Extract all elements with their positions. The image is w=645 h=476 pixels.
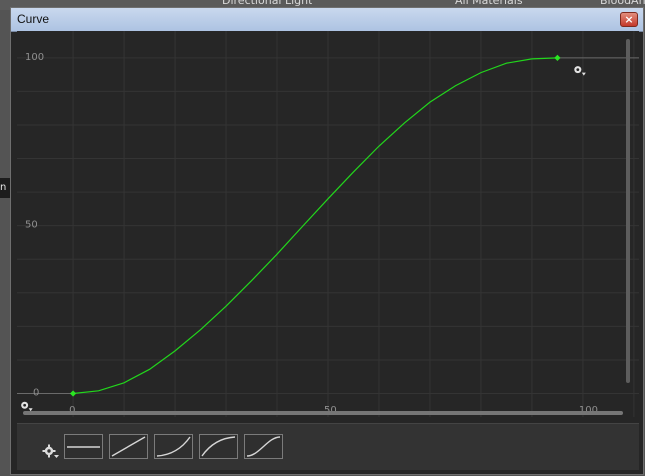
gear-icon[interactable] [42, 444, 60, 460]
curve-key-point [69, 390, 77, 397]
close-icon: × [624, 13, 634, 26]
post-wrap-gear-icon-hole [576, 68, 580, 71]
y-tick-label: 50 [25, 220, 38, 231]
preset-constant[interactable] [64, 434, 103, 459]
preset-ease-in[interactable] [154, 434, 193, 459]
pre-wrap-gear-icon-hole [23, 403, 27, 407]
preset-constant-curve [67, 446, 100, 448]
y-tick-label: 0 [33, 388, 39, 399]
preset-ease-out-curve [201, 436, 236, 457]
preset-ease-in-out[interactable] [244, 434, 283, 459]
preset-linear-curve [111, 436, 146, 457]
curve-chart: 050100050100 [17, 31, 639, 417]
window-titlebar[interactable]: Curve × [11, 8, 643, 32]
left-panel-label: n l [0, 178, 10, 198]
curve-key-point [554, 54, 561, 61]
curve-canvas[interactable]: 050100050100 [17, 31, 639, 417]
preset-linear[interactable] [109, 434, 148, 459]
preset-ease-out[interactable] [199, 434, 238, 459]
curve-window: Curve × 050100050100 [10, 7, 644, 475]
vertical-scrollbar[interactable] [626, 39, 630, 383]
horizontal-scrollbar[interactable] [23, 411, 623, 415]
editor-screen: Directional Light All Materials BloodAn … [0, 0, 645, 476]
preset-bar [17, 423, 639, 470]
close-button[interactable]: × [620, 12, 638, 27]
preset-ease-in-curve [156, 436, 191, 457]
window-title: Curve [17, 12, 50, 26]
y-tick-label: 100 [25, 52, 44, 63]
preset-ease-in-out-curve [246, 436, 281, 457]
